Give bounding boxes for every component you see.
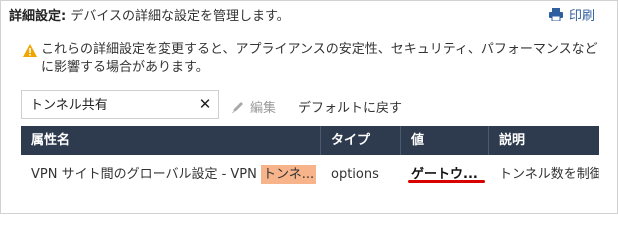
description-cell: トンネル数を制御	[499, 167, 599, 182]
advanced-settings-panel: 詳細設定: デバイスの詳細な設定を管理します。 印刷 これらの詳細設定を変更する…	[0, 0, 618, 214]
page-subtitle: デバイスの詳細な設定を管理します。	[66, 9, 290, 24]
print-button[interactable]: 印刷	[548, 5, 595, 24]
print-label: 印刷	[568, 9, 595, 24]
table-row[interactable]: VPN サイト間のグローバル設定 - VPN トンネ... options ゲー…	[21, 155, 599, 195]
red-underline-annotation	[408, 180, 485, 183]
page-header: 詳細設定: デバイスの詳細な設定を管理します。	[9, 5, 290, 24]
column-header-value[interactable]: 値	[401, 126, 489, 155]
type-cell: options	[331, 167, 379, 182]
column-header-type[interactable]: タイプ	[321, 126, 401, 155]
search-match-highlight: トンネ...	[261, 165, 317, 184]
page-title: 詳細設定:	[9, 9, 67, 24]
clear-search-icon[interactable]: ✕	[198, 97, 212, 112]
printer-icon	[548, 8, 563, 21]
table-header: 属性名 タイプ 値 説明	[21, 126, 599, 155]
value-cell[interactable]: ゲートウ...	[401, 155, 489, 195]
edit-label: 編集	[250, 101, 277, 116]
attribute-name-text: VPN サイト間のグローバル設定 - VPN	[31, 167, 262, 182]
column-header-description[interactable]: 説明	[489, 126, 599, 155]
pencil-icon	[232, 101, 243, 113]
search-field[interactable]: ✕	[21, 90, 219, 119]
edit-button[interactable]: 編集	[231, 97, 276, 116]
search-input[interactable]	[30, 96, 190, 111]
reset-default-button[interactable]: デフォルトに戻す	[298, 97, 402, 116]
warning-icon	[23, 44, 37, 57]
warning-text: これらの詳細設定を変更すると、アプライアンスの安定性、セキュリティ、パフォーマン…	[41, 42, 598, 75]
column-header-name[interactable]: 属性名	[21, 126, 321, 155]
warning-message: これらの詳細設定を変更すると、アプライアンスの安定性、セキュリティ、パフォーマン…	[23, 41, 598, 77]
settings-table: 属性名 タイプ 値 説明 VPN サイト間のグローバル設定 - VPN トンネ.…	[21, 126, 599, 213]
attribute-name-cell: VPN サイト間のグローバル設定 - VPN トンネ...	[21, 155, 321, 195]
